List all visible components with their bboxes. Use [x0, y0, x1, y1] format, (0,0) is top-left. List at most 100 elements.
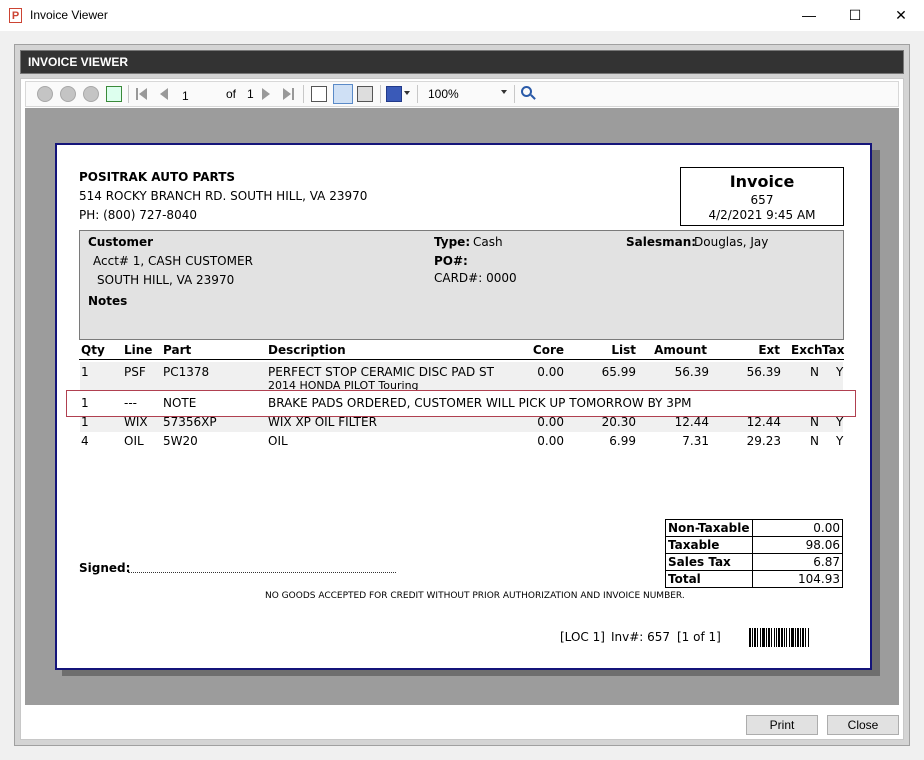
barcode-bar: [760, 628, 761, 647]
cell-core: 0.00: [537, 434, 564, 448]
totals-value: 104.93: [752, 570, 843, 588]
col-amount: Amount: [654, 343, 707, 357]
header-bar: [20, 50, 904, 74]
back-icon[interactable]: [37, 86, 53, 102]
footer-invoice-number: Inv#: 657: [611, 630, 671, 644]
totals-label: Sales Tax: [665, 553, 753, 571]
company-phone: PH: (800) 727-8040: [79, 208, 197, 222]
maximize-button[interactable]: ☐: [832, 0, 878, 31]
document-map-icon[interactable]: [311, 86, 327, 102]
cell-description: WIX XP OIL FILTER: [268, 415, 377, 429]
totals-table: Non-Taxable 0.00 Taxable 98.06 Sales Tax…: [665, 519, 843, 588]
totals-row: Sales Tax 6.87: [665, 553, 843, 571]
page-number-input[interactable]: [180, 87, 222, 104]
page-total: 1: [247, 87, 254, 101]
card-number: CARD#: 0000: [434, 271, 517, 285]
barcode-bar: [752, 628, 753, 647]
signature-line: [128, 572, 396, 573]
header-title: INVOICE VIEWER: [28, 55, 129, 69]
cell-ext: 56.39: [746, 365, 781, 379]
company-address: 514 ROCKY BRANCH RD. SOUTH HILL, VA 2397…: [79, 189, 368, 203]
barcode-bar: [805, 628, 806, 647]
salesman-value: Douglas, Jay: [694, 235, 769, 249]
last-page-icon[interactable]: [283, 88, 291, 100]
col-core: Core: [532, 343, 564, 357]
cell-line: ---: [124, 396, 137, 410]
cell-amount: 7.31: [682, 434, 709, 448]
invoice-datetime: 4/2/2021 9:45 AM: [708, 208, 816, 222]
chevron-down-icon[interactable]: [404, 91, 410, 95]
refresh-icon[interactable]: [106, 86, 122, 102]
cell-exch: N: [810, 434, 819, 448]
stop-icon[interactable]: [83, 86, 99, 102]
cell-list: 65.99: [601, 365, 636, 379]
zoom-select[interactable]: 100%: [428, 87, 508, 101]
cell-exch: N: [810, 365, 819, 379]
previous-page-icon[interactable]: [160, 88, 168, 100]
print-layout-icon[interactable]: [333, 84, 353, 104]
cell-core: 0.00: [537, 365, 564, 379]
barcode-bar: [784, 628, 785, 647]
salesman-label: Salesman:: [626, 235, 697, 249]
col-part: Part: [163, 343, 192, 357]
footer-location: [LOC 1]: [560, 630, 605, 644]
window-close-button[interactable]: ✕: [878, 0, 924, 31]
cell-ext: 12.44: [746, 415, 781, 429]
cell-qty: 1: [81, 396, 89, 410]
first-page-bar: [136, 88, 138, 100]
minimize-button[interactable]: —: [786, 0, 832, 31]
barcode-bar: [774, 628, 775, 647]
cell-amount: 12.44: [674, 415, 709, 429]
cell-list: 20.30: [601, 415, 636, 429]
barcode-bar: [768, 628, 770, 647]
next-page-icon[interactable]: [262, 88, 270, 100]
app-icon: P: [9, 8, 22, 23]
company-name: POSITRAK AUTO PARTS: [79, 170, 236, 184]
cell-list: 6.99: [609, 434, 636, 448]
cell-description: PERFECT STOP CERAMIC DISC PAD ST: [268, 365, 494, 379]
toolbar-separator: [128, 85, 129, 103]
barcode-bar: [754, 628, 756, 647]
barcode-bar: [808, 628, 809, 647]
first-page-icon[interactable]: [139, 88, 147, 100]
barcode-bar: [778, 628, 780, 647]
print-icon[interactable]: [357, 86, 373, 102]
chevron-down-icon[interactable]: [501, 90, 507, 94]
cell-exch: N: [810, 415, 819, 429]
cell-part: PC1378: [163, 365, 210, 379]
disclaimer: NO GOODS ACCEPTED FOR CREDIT WITHOUT PRI…: [265, 591, 685, 601]
last-page-bar: [292, 88, 294, 100]
print-button[interactable]: Print: [746, 715, 818, 735]
barcode-bar: [800, 628, 801, 647]
type-label: Type:: [434, 235, 471, 249]
customer-account: Acct# 1, CASH CUSTOMER: [93, 254, 253, 268]
totals-value: 0.00: [752, 519, 843, 537]
cell-ext: 29.23: [746, 434, 781, 448]
barcode-bar: [786, 628, 787, 647]
table-header-line: [79, 359, 844, 360]
barcode-bar: [781, 628, 783, 647]
cell-line: OIL: [124, 434, 144, 448]
customer-city: SOUTH HILL, VA 23970: [97, 273, 235, 287]
cell-qty: 1: [81, 415, 89, 429]
barcode-bar: [757, 628, 758, 647]
footer-page: [1 of 1]: [677, 630, 721, 644]
barcode-bar: [791, 628, 794, 647]
toolbar-separator: [380, 85, 381, 103]
forward-icon[interactable]: [60, 86, 76, 102]
cell-tax: Y: [836, 365, 844, 379]
totals-row: Taxable 98.06: [665, 536, 843, 554]
type-value: Cash: [473, 235, 503, 249]
customer-label: Customer: [88, 235, 154, 249]
cell-core: 0.00: [537, 415, 564, 429]
cell-description: BRAKE PADS ORDERED, CUSTOMER WILL PICK U…: [268, 396, 692, 410]
export-save-icon[interactable]: [386, 86, 402, 102]
cell-part: NOTE: [163, 396, 197, 410]
barcode-bar: [771, 628, 772, 647]
close-button[interactable]: Close: [827, 715, 899, 735]
barcode-bar: [789, 628, 790, 647]
cell-description: OIL: [268, 434, 288, 448]
signed-label: Signed:: [79, 561, 131, 575]
col-description: Description: [268, 343, 346, 357]
barcode-bar: [776, 628, 777, 647]
